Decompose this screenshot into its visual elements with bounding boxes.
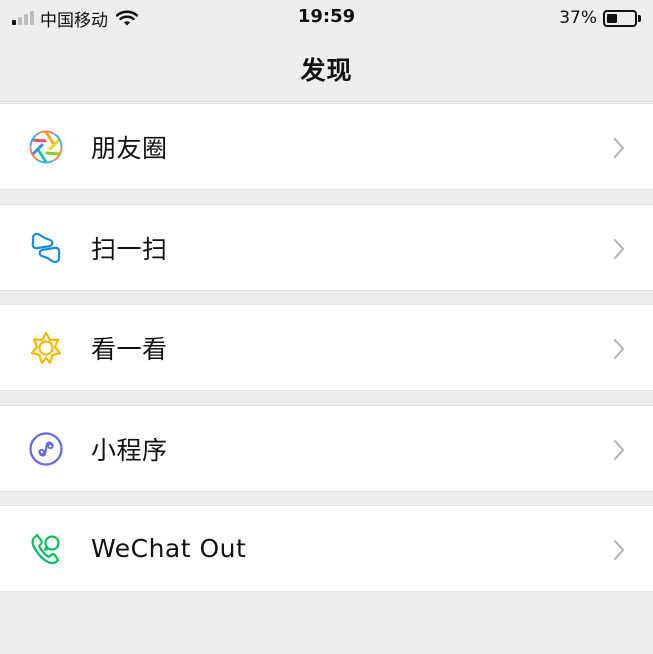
mini-programs-icon: [29, 432, 63, 466]
status-right: 37%: [559, 6, 641, 30]
battery-cap: [638, 14, 641, 22]
menu-item-label: 小程序: [91, 435, 168, 465]
clock: 19:59: [297, 6, 356, 27]
menu-item-wechat-out[interactable]: WeChat Out: [0, 505, 653, 592]
menu-item-moments[interactable]: 朋友圈: [0, 103, 653, 190]
nav-bar: 发现: [0, 36, 653, 102]
menu-item-label: 扫一扫: [91, 234, 168, 264]
chevron-right-icon: [614, 440, 624, 460]
battery-percent: 37%: [559, 8, 597, 28]
menu-item-label: 朋友圈: [91, 133, 168, 163]
phone-icon: [31, 533, 60, 565]
chevron-right-icon: [614, 540, 624, 560]
menu-item-top-stories[interactable]: 看一看: [0, 304, 653, 391]
menu-item-label: WeChat Out: [91, 534, 247, 563]
chevron-right-icon: [614, 138, 624, 158]
chevron-right-icon: [614, 339, 624, 359]
page-title: 发现: [300, 55, 353, 85]
battery-fill: [607, 13, 617, 23]
moments-icon: [29, 130, 63, 164]
battery-icon: [603, 9, 637, 27]
status-bar: 中国移动 19:59 37%: [0, 0, 653, 36]
top-stories-icon: [30, 331, 62, 365]
scan-icon: [31, 232, 61, 264]
menu-item-mini-programs[interactable]: 小程序: [0, 405, 653, 492]
menu-item-scan[interactable]: 扫一扫: [0, 204, 653, 291]
chevron-right-icon: [614, 239, 624, 259]
menu-item-label: 看一看: [91, 334, 168, 364]
